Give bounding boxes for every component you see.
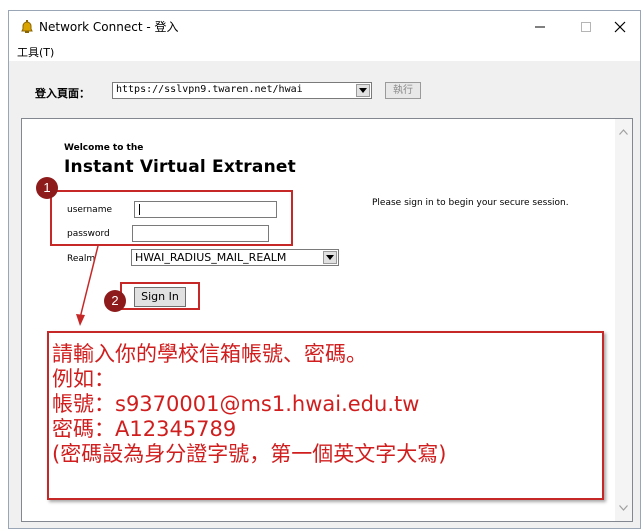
step-badge-2: 2 — [104, 290, 126, 312]
instruction-line: 例如： — [52, 367, 115, 391]
instruction-line: (密碼設為身分證字號，第一個英文字大寫) — [52, 442, 447, 466]
instruction-text: 請輸入你的學校信箱帳號、密碼。 例如： 帳號：s9370001@ms1.hwai… — [52, 342, 597, 467]
step-badge-1: 1 — [36, 177, 58, 199]
instruction-line: 密碼：A12345789 — [52, 417, 237, 441]
instruction-line: 帳號：s9370001@ms1.hwai.edu.tw — [52, 392, 420, 416]
instruction-line: 請輸入你的學校信箱帳號、密碼。 — [52, 342, 367, 366]
